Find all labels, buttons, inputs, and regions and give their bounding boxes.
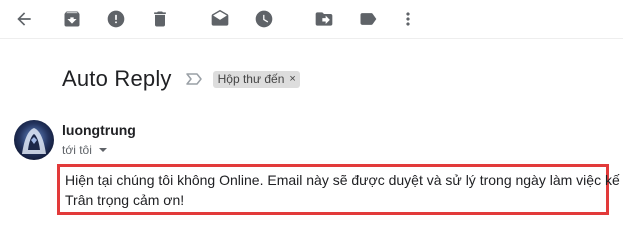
recipient-line: tới tôi	[62, 143, 108, 157]
toolbar-divider	[0, 38, 623, 39]
report-spam-icon[interactable]	[106, 9, 126, 29]
avatar[interactable]	[14, 120, 54, 160]
subject-row: Auto Reply Hộp thư đến ×	[62, 62, 300, 96]
back-arrow-icon[interactable]	[14, 9, 34, 29]
email-body-line: Trân trọng cảm ơn!	[65, 192, 185, 208]
mark-unread-icon[interactable]	[210, 9, 230, 29]
remove-label-button[interactable]: ×	[289, 73, 295, 85]
chevron-down-icon[interactable]	[98, 145, 108, 155]
inbox-label-chip: Hộp thư đến ×	[212, 70, 300, 88]
email-body-highlight: Hiện tại chúng tôi không Online. Email n…	[57, 164, 623, 215]
label-chip-text: Hộp thư đến	[217, 72, 285, 86]
archive-icon[interactable]	[62, 9, 82, 29]
email-subject: Auto Reply	[62, 66, 172, 91]
email-body-line: Hiện tại chúng tôi không Online. Email n…	[65, 172, 623, 188]
recipient-text: tới tôi	[62, 143, 92, 157]
label-icon[interactable]	[358, 9, 378, 29]
delete-icon[interactable]	[150, 9, 170, 29]
toolbar	[0, 0, 623, 38]
importance-marker-icon[interactable]	[185, 70, 203, 88]
more-vert-icon[interactable]	[398, 9, 418, 29]
sender-name[interactable]: luongtrung	[62, 122, 136, 138]
move-to-icon[interactable]	[314, 9, 334, 29]
snooze-icon[interactable]	[254, 9, 274, 29]
